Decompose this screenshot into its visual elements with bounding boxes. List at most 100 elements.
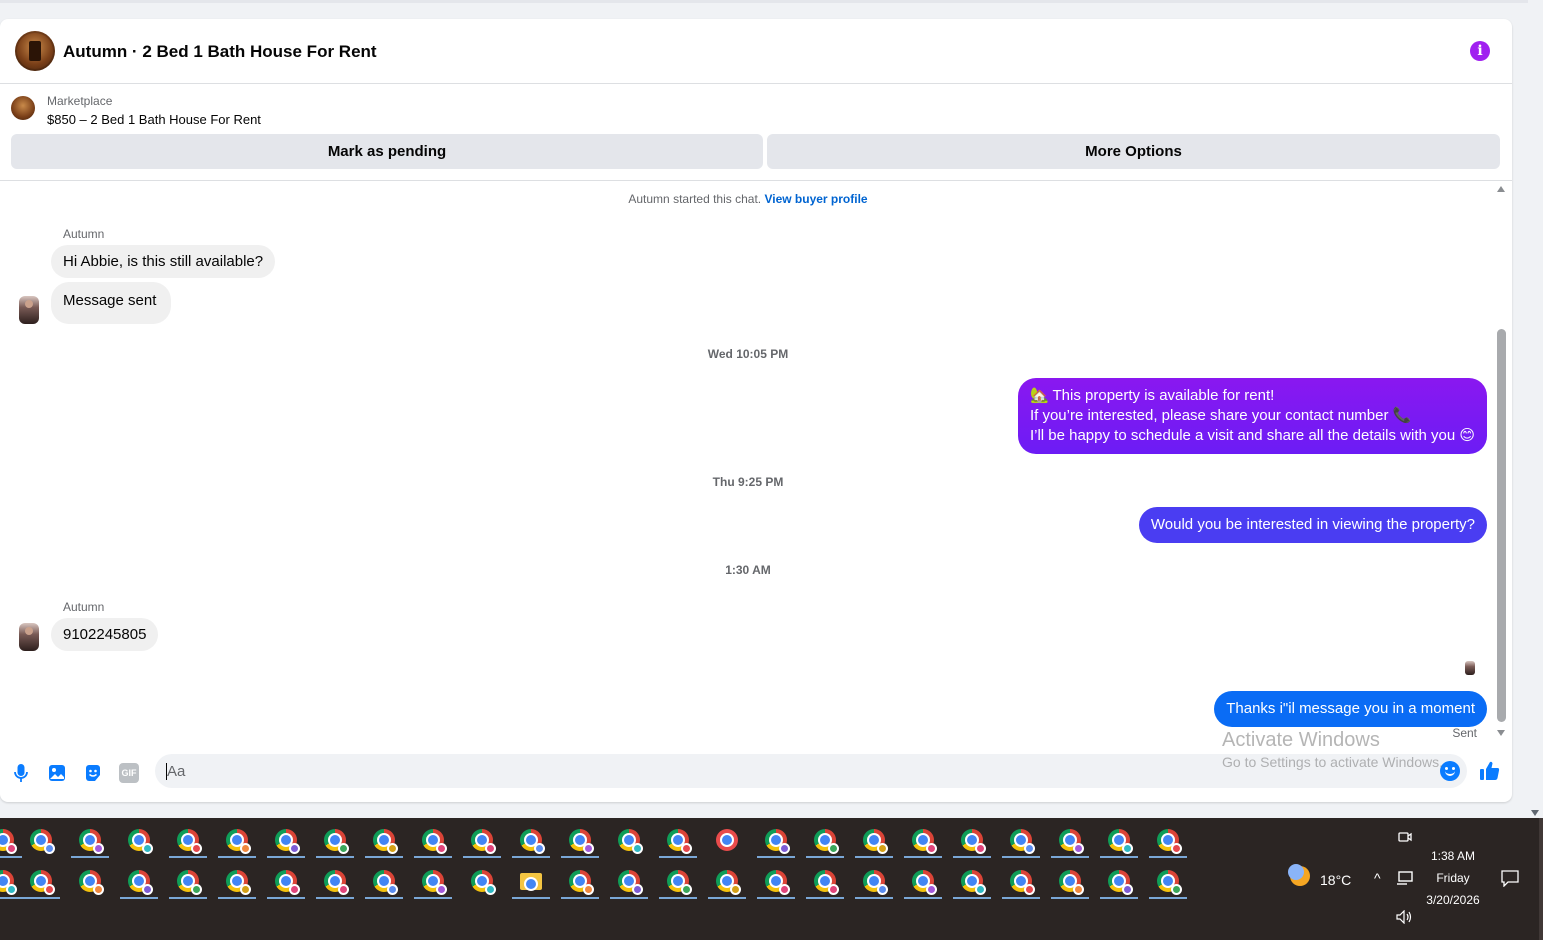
chrome-profile-icon[interactable] [226,829,251,854]
sender-avatar[interactable] [19,296,39,324]
running-app-indicator [365,897,403,899]
outgoing-message[interactable]: Would you be interested in viewing the p… [1138,507,1487,543]
file-explorer-icon[interactable] [520,873,542,890]
chrome-profile-icon[interactable] [520,829,545,854]
chrome-profile-icon[interactable] [667,870,692,895]
profile-badge-icon [1024,843,1035,854]
chrome-profile-icon[interactable] [275,829,300,854]
meet-now-icon[interactable] [1398,830,1412,844]
chrome-profile-icon[interactable] [814,870,839,895]
profile-badge-icon [975,843,986,854]
listing-title[interactable]: $850 – 2 Bed 1 Bath House For Rent [47,112,261,127]
chrome-profile-icon[interactable] [569,870,594,895]
chrome-profile-icon[interactable] [863,829,888,854]
chrome-profile-icon[interactable] [569,829,594,854]
chrome-profile-icon[interactable] [1010,870,1035,895]
message-thread[interactable]: Autumn started this chat. View buyer pro… [0,181,1512,751]
running-app-indicator [365,856,403,858]
incoming-message[interactable]: Hi Abbie, is this still available? [51,245,276,278]
network-icon[interactable] [1396,870,1414,886]
chrome-profile-icon[interactable] [1059,829,1084,854]
chrome-profile-icon[interactable] [79,870,104,895]
photo-icon[interactable] [47,763,67,783]
sticker-icon[interactable] [83,763,103,783]
chrome-profile-icon[interactable] [177,829,202,854]
chrome-profile-icon[interactable] [373,829,398,854]
chrome-profile-icon[interactable] [0,829,17,854]
chrome-profile-icon[interactable] [618,870,643,895]
clock-time[interactable]: 1:38 AM [1420,849,1486,863]
app-icon[interactable] [716,829,738,851]
seen-indicator-avatar [1465,661,1475,675]
more-options-button[interactable]: More Options [767,134,1500,169]
chrome-profile-icon[interactable] [1059,870,1084,895]
chrome-profile-icon[interactable] [373,870,398,895]
chrome-profile-icon[interactable] [471,870,496,895]
chrome-profile-icon[interactable] [961,870,986,895]
chrome-profile-icon[interactable] [1108,829,1133,854]
chrome-profile-icon[interactable] [1157,870,1182,895]
chrome-profile-icon[interactable] [1010,829,1035,854]
chrome-profile-icon[interactable] [1108,870,1133,895]
chrome-profile-icon[interactable] [79,829,104,854]
chrome-profile-icon[interactable] [226,870,251,895]
chrome-profile-icon[interactable] [716,870,741,895]
chrome-profile-icon[interactable] [177,870,202,895]
info-icon[interactable]: i [1470,41,1490,61]
incoming-message[interactable]: Message sent [51,282,172,324]
activate-windows-watermark: Activate Windows Go to Settings to activ… [1222,729,1443,770]
gif-icon[interactable]: GIF [119,763,139,783]
emoji-icon[interactable] [1440,761,1460,781]
chat-scrollbar-thumb[interactable] [1497,329,1506,722]
chrome-profile-icon[interactable] [30,829,55,854]
chrome-profile-icon[interactable] [0,870,17,895]
chrome-profile-icon[interactable] [471,829,496,854]
chrome-profile-icon[interactable] [1157,829,1182,854]
thumbs-up-icon[interactable] [1478,759,1502,783]
profile-badge-icon [1122,884,1133,895]
marketplace-listing-thumbnail[interactable] [11,96,35,120]
running-app-indicator [561,897,599,899]
clock-date[interactable]: 3/20/2026 [1420,893,1486,907]
microphone-icon[interactable] [11,763,31,783]
incoming-message[interactable]: 9102245805 [51,618,159,651]
conversation-title[interactable]: Autumn · 2 Bed 1 Bath House For Rent [63,42,377,62]
chrome-profile-icon[interactable] [324,829,349,854]
temperature[interactable]: 18°C [1320,872,1351,888]
sender-avatar[interactable] [19,623,39,651]
chrome-profile-icon[interactable] [618,829,643,854]
chrome-profile-icon[interactable] [667,829,692,854]
chat-scroll-down-icon[interactable] [1497,730,1505,736]
page-scrollbar[interactable] [1528,0,1543,818]
chrome-profile-icon[interactable] [912,829,937,854]
listing-avatar[interactable] [15,31,55,71]
chrome-profile-icon[interactable] [961,829,986,854]
chrome-profile-icon[interactable] [275,870,300,895]
chrome-profile-icon[interactable] [912,870,937,895]
chevron-up-icon[interactable]: ^ [1374,870,1381,886]
notification-center-icon[interactable] [1501,870,1519,887]
weather-icon[interactable] [1288,864,1310,886]
show-desktop-button[interactable] [1539,818,1543,940]
chrome-profile-icon[interactable] [422,829,447,854]
chrome-profile-icon[interactable] [422,870,447,895]
view-buyer-profile-link[interactable]: View buyer profile [764,192,867,206]
volume-icon[interactable] [1396,910,1414,924]
chrome-profile-icon[interactable] [128,829,153,854]
timestamp: Thu 9:25 PM [712,475,784,489]
chrome-profile-icon[interactable] [128,870,153,895]
scroll-down-arrow-icon[interactable] [1531,810,1539,816]
outgoing-message[interactable]: Thanks i"il message you in a moment [1214,691,1487,727]
chat-scroll-up-icon[interactable] [1497,186,1505,192]
windows-taskbar: 18°C ^ 1:38 AM Friday 3/20/2026 [0,818,1543,940]
chrome-profile-icon[interactable] [863,870,888,895]
chrome-profile-icon[interactable] [765,829,790,854]
outgoing-message[interactable]: 🏡 This property is available for rent! I… [1017,378,1487,454]
mark-as-pending-button[interactable]: Mark as pending [11,134,763,169]
chrome-profile-icon[interactable] [765,870,790,895]
profile-badge-icon [1073,884,1084,895]
chrome-profile-icon[interactable] [30,870,55,895]
clock-day[interactable]: Friday [1420,871,1486,885]
chrome-profile-icon[interactable] [324,870,349,895]
chrome-profile-icon[interactable] [814,829,839,854]
